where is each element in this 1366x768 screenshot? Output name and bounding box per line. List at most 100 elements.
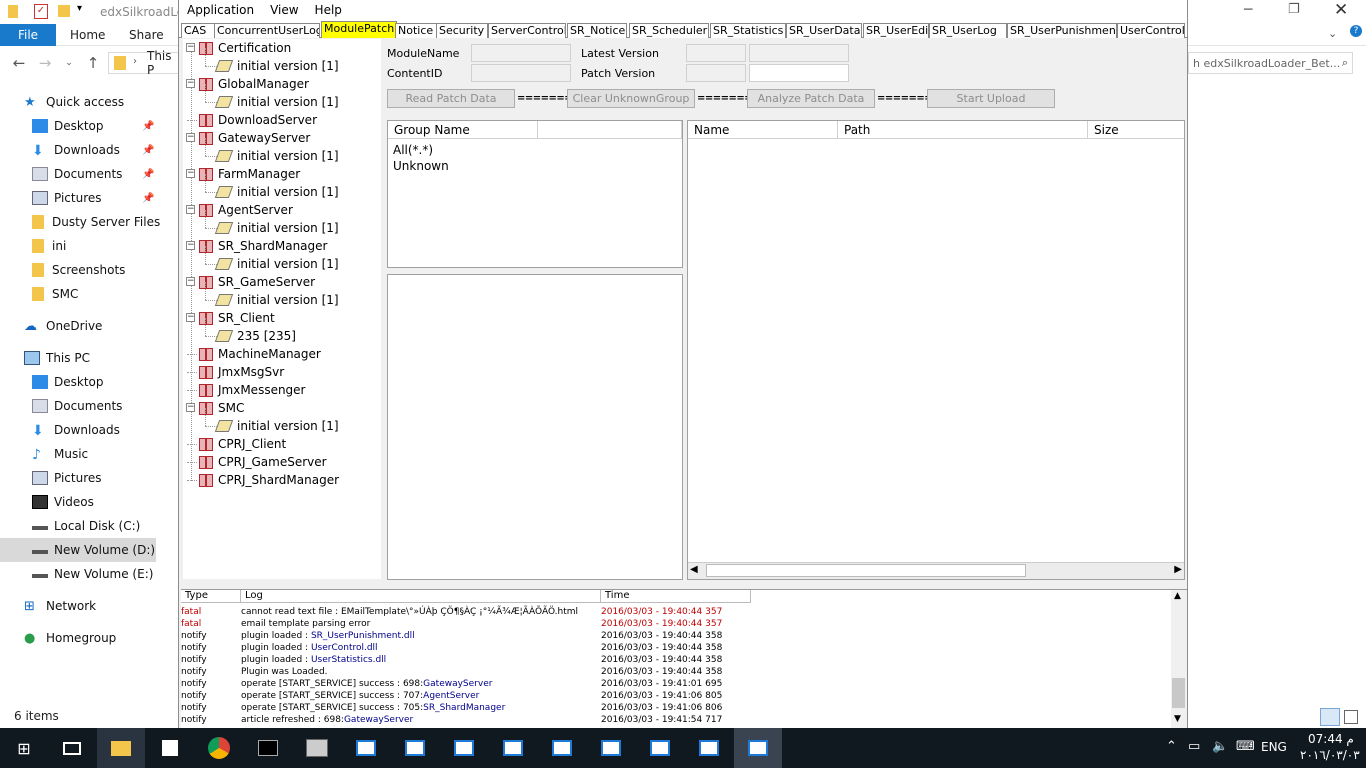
network-icon[interactable]: ▭ <box>1188 739 1200 754</box>
tree-node[interactable]: CPRJ_GameServer <box>187 453 327 471</box>
log-message-link[interactable]: SR_ShardManager <box>423 703 505 713</box>
latest-version-field[interactable] <box>686 44 746 62</box>
pin-icon[interactable]: 📌 <box>142 193 154 204</box>
patch-version-input[interactable] <box>749 64 849 82</box>
tree-version-node[interactable]: 235 [235] <box>205 318 296 345</box>
tab-notice[interactable]: Notice <box>395 23 437 38</box>
collapse-icon[interactable]: − <box>186 79 195 88</box>
taskbar-chrome[interactable] <box>195 728 243 768</box>
path-header[interactable]: Path <box>838 121 1088 139</box>
tree-version-node[interactable]: initial version [1] <box>205 138 339 165</box>
nav-pc-documents[interactable]: Documents <box>32 394 188 418</box>
minimize-icon[interactable]: ─ <box>1244 2 1252 18</box>
clear-unknown-group-button[interactable]: Clear UnknownGroup <box>567 89 695 108</box>
tree-node[interactable]: JmxMessenger <box>187 381 306 399</box>
chevron-right-icon[interactable]: › <box>133 56 137 67</box>
nav-pc-videos[interactable]: Videos <box>32 490 188 514</box>
module-tree[interactable]: − Certification initial version [1] − Global… <box>183 39 381 579</box>
log-row[interactable]: notify article refreshed : 698:GatewaySer… <box>181 714 1171 726</box>
maximize-icon[interactable]: ❐ <box>1288 2 1300 17</box>
log-message-header[interactable]: Log <box>241 590 601 603</box>
nav-onedrive[interactable]: ☁ OneDrive <box>24 314 180 338</box>
nav-pc-new-volume-d[interactable]: New Volume (D:) <box>0 538 156 562</box>
log-message-link[interactable]: AgentServer <box>423 691 479 701</box>
chevron-down-icon[interactable]: ⌄ <box>1328 27 1337 40</box>
tab-sr-notice[interactable]: SR_Notice <box>567 23 627 38</box>
taskbar-app-6[interactable] <box>538 728 586 768</box>
address-box[interactable]: › This P <box>108 49 183 77</box>
nav-item-ini[interactable]: ini <box>32 234 188 258</box>
nav-item-documents[interactable]: Documents 📌 <box>32 162 188 186</box>
tree-version-node[interactable]: initial version [1] <box>205 84 339 111</box>
vertical-scrollbar[interactable]: ▲ ▼ <box>1171 590 1187 729</box>
properties-icon[interactable]: ✓ <box>34 4 48 19</box>
content-id-field[interactable] <box>471 64 571 82</box>
keyboard-icon[interactable]: ⌨ <box>1236 739 1255 754</box>
file-list[interactable]: Name Path Size ◀ ▶ <box>687 120 1185 580</box>
tree-node[interactable]: CPRJ_ShardManager <box>187 471 339 489</box>
volume-icon[interactable]: 🔈 <box>1212 739 1228 754</box>
collapse-icon[interactable]: − <box>186 277 195 286</box>
log-message-link[interactable]: UserControl.dll <box>311 643 378 653</box>
tree-node[interactable]: − FarmManager <box>186 165 300 183</box>
log-row[interactable]: notify plugin loaded : UserStatistics.dll… <box>181 654 1171 666</box>
log-row[interactable]: notify plugin loaded : SR_UserPunishment.… <box>181 630 1171 642</box>
tree-node[interactable]: − GlobalManager <box>186 75 309 93</box>
nav-item-smc[interactable]: SMC <box>32 282 188 306</box>
taskbar-app-9[interactable] <box>685 728 733 768</box>
group-item-unknown[interactable]: Unknown <box>393 159 449 173</box>
start-button[interactable]: ⊞ <box>0 728 48 768</box>
latest-version-field-2[interactable] <box>749 44 849 62</box>
taskbar-app-8[interactable] <box>636 728 684 768</box>
horizontal-scrollbar[interactable]: ◀ ▶ <box>688 562 1184 579</box>
collapse-icon[interactable]: − <box>186 403 195 412</box>
log-message-link[interactable]: GatewayServer <box>423 679 492 689</box>
nav-homegroup[interactable]: ● Homegroup <box>24 626 180 650</box>
nav-pc-pictures[interactable]: Pictures <box>32 466 188 490</box>
search-input[interactable]: h edxSilkroadLoader_Bet... ⌕ <box>1188 52 1353 74</box>
tab-usercontrol[interactable]: UserControl <box>1117 23 1185 38</box>
taskbar-app-3[interactable] <box>391 728 439 768</box>
nav-pc-music[interactable]: ♪ Music <box>32 442 188 466</box>
scroll-up-icon[interactable]: ▲ <box>1174 591 1181 601</box>
help-icon[interactable]: ? <box>1350 25 1362 37</box>
log-row[interactable]: fatal cannot read text file : EMailTempla… <box>181 606 1171 618</box>
tab-sr-useredit[interactable]: SR_UserEdit <box>863 23 929 38</box>
analyze-patch-data-button[interactable]: Analyze Patch Data <box>747 89 875 108</box>
nav-pc-desktop[interactable]: Desktop <box>32 370 188 394</box>
menu-application[interactable]: Application <box>179 3 262 17</box>
collapse-icon[interactable]: − <box>186 313 195 322</box>
group-item-all[interactable]: All(*.*) <box>393 143 433 157</box>
close-icon[interactable]: ✕ <box>1334 0 1348 20</box>
collapse-icon[interactable]: − <box>186 133 195 142</box>
name-header[interactable]: Name <box>688 121 838 139</box>
tab-sr-scheduler[interactable]: SR_Scheduler <box>629 23 709 38</box>
size-header[interactable]: Size <box>1088 121 1184 139</box>
ribbon-tab-share[interactable]: Share <box>129 24 164 46</box>
tree-node[interactable]: − SR_GameServer <box>186 273 315 291</box>
nav-item-screenshots[interactable]: Screenshots <box>32 258 188 282</box>
tree-node[interactable]: − SR_ShardManager <box>186 237 327 255</box>
back-arrow-icon[interactable]: ← <box>10 54 28 72</box>
tab-sr-userlog[interactable]: SR_UserLog <box>929 23 1007 38</box>
tree-version-node[interactable]: initial version [1] <box>205 246 339 273</box>
group-list[interactable]: Group Name All(*.*) Unknown <box>387 120 683 268</box>
tree-node[interactable]: JmxMsgSvr <box>187 363 284 381</box>
tab-sr-userpunishment[interactable]: SR_UserPunishment <box>1007 23 1117 38</box>
menu-help[interactable]: Help <box>307 3 350 17</box>
chevron-down-icon[interactable]: ▾ <box>77 3 82 14</box>
ribbon-tab-home[interactable]: Home <box>70 24 105 46</box>
tab-sr-statistics[interactable]: SR_Statistics <box>710 23 786 38</box>
tab-modulepatch[interactable]: ModulePatch <box>321 21 397 38</box>
tab-security[interactable]: Security <box>436 23 488 38</box>
taskbar-app-5[interactable] <box>489 728 537 768</box>
forward-arrow-icon[interactable]: → <box>36 54 54 72</box>
collapse-icon[interactable]: − <box>186 241 195 250</box>
tab-sr-userdata[interactable]: SR_UserData <box>786 23 862 38</box>
tree-node[interactable]: MachineManager <box>187 345 321 363</box>
ribbon-tab-file[interactable]: File <box>0 24 56 46</box>
taskbar-store[interactable] <box>146 728 194 768</box>
collapse-icon[interactable]: − <box>186 169 195 178</box>
tab-cas[interactable]: CAS <box>181 23 215 38</box>
log-message-link[interactable]: UserStatistics.dll <box>311 655 386 665</box>
